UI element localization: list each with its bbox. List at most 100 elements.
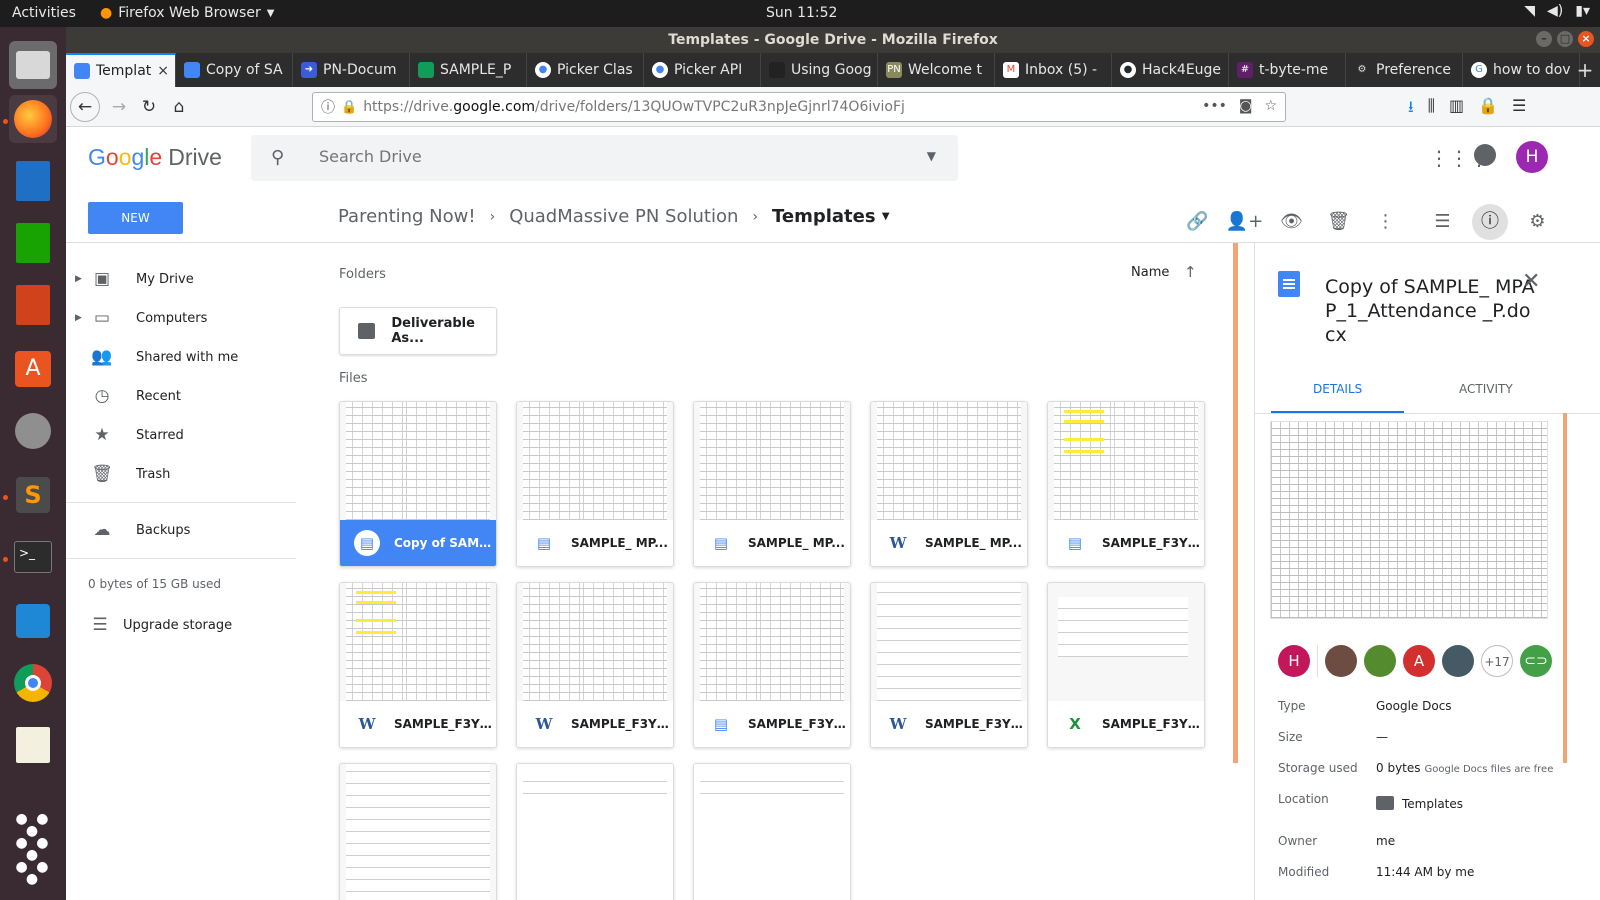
settings-gear-icon[interactable]: ⚙ (1514, 207, 1561, 237)
browser-tab[interactable]: ⚙ Preference (1346, 53, 1463, 87)
sidebar-item-shared[interactable]: 👥 Shared with me (66, 339, 296, 375)
account-avatar[interactable]: H (1516, 141, 1548, 173)
file-card[interactable] (693, 763, 851, 900)
file-card[interactable]: X SAMPLE_F3Y_... (1047, 582, 1205, 748)
terminal-app-icon[interactable]: >_ (9, 533, 57, 581)
browser-tab[interactable]: M Inbox (5) - (995, 53, 1112, 87)
browser-tab[interactable]: ➜ PN-Docum (293, 53, 410, 87)
browser-tab[interactable]: Ghow to dov (1463, 53, 1580, 87)
browser-tab[interactable]: ● Hack4Euge (1112, 53, 1229, 87)
maximize-icon[interactable]: □ (1557, 31, 1573, 47)
home-icon[interactable]: ⌂ (164, 92, 194, 122)
user-avatar[interactable] (1364, 645, 1396, 677)
info-icon[interactable]: ⓘ (321, 97, 335, 117)
url-bar[interactable]: ⓘ 🔒 https://drive.google.com/drive/folde… (312, 92, 1286, 122)
sidebar-toggle-icon[interactable]: ▥ (1449, 96, 1464, 123)
breadcrumb-current[interactable]: Templates ▼ (772, 206, 890, 227)
expand-arrow-icon[interactable]: ▶ (75, 274, 82, 284)
files-app-icon[interactable] (9, 41, 57, 89)
sidebar-item-starred[interactable]: ★ Starred (66, 417, 296, 453)
file-card[interactable]: W SAMPLE_F3Y_... (516, 582, 674, 748)
settings-app-icon[interactable] (9, 407, 57, 455)
bookmark-star-icon[interactable]: ☆ (1264, 98, 1277, 114)
expand-arrow-icon[interactable]: ▶ (75, 313, 82, 323)
info-icon[interactable]: ⓘ (1472, 204, 1508, 240)
page-actions-icon[interactable]: ••• (1202, 98, 1227, 114)
sidebar-item-trash[interactable]: 🗑 Trash (66, 456, 296, 492)
browser-tab[interactable]: ● Picker Clas (527, 53, 644, 87)
folder-item[interactable]: Deliverable As... (339, 307, 497, 355)
software-app-icon[interactable]: A (9, 345, 57, 393)
new-tab-button[interactable]: + (1570, 53, 1600, 87)
more-users-badge[interactable]: +17 (1481, 645, 1513, 677)
file-card[interactable]: W SAMPLE_F3Y_... (870, 582, 1028, 748)
system-tray[interactable]: ◥ ◀) ▮▾ (1524, 3, 1590, 19)
file-card[interactable] (516, 763, 674, 900)
forward-icon[interactable]: → (104, 92, 134, 122)
vscode-app-icon[interactable] (9, 597, 57, 645)
sublime-app-icon[interactable]: S (9, 471, 57, 519)
notifications-icon[interactable] (1474, 144, 1496, 166)
browser-tab[interactable]: ● Picker API (644, 53, 761, 87)
text-editor-app-icon[interactable] (9, 721, 57, 769)
calc-app-icon[interactable] (9, 219, 57, 267)
file-card[interactable]: ▤ SAMPLE_F3Y_... (693, 582, 851, 748)
file-card[interactable]: ▤ SAMPLE_ MP... (693, 401, 851, 567)
close-tab-icon[interactable]: × (157, 63, 169, 79)
breadcrumb-item[interactable]: QuadMassive PN Solution (509, 206, 738, 227)
sort-direction-icon[interactable]: ↑ (1184, 263, 1197, 281)
search-icon[interactable]: ⚲ (271, 147, 284, 168)
more-actions-icon[interactable]: ⋮ (1362, 207, 1409, 237)
tab-activity[interactable]: ACTIVITY (1459, 382, 1513, 396)
upgrade-storage-link[interactable]: ☰ Upgrade storage (66, 607, 296, 643)
trash-icon[interactable]: 🗑 (1315, 207, 1362, 237)
get-link-icon[interactable]: 🔗 (1174, 207, 1221, 237)
preview-icon[interactable]: 👁 (1268, 207, 1315, 237)
sidebar-item-recent[interactable]: ◷ Recent (66, 378, 296, 414)
lock-extension-icon[interactable]: 🔒 (1478, 96, 1498, 123)
file-card[interactable] (339, 763, 497, 900)
clock[interactable]: Sun 11:52 (766, 5, 837, 21)
search-options-icon[interactable]: ▼ (927, 149, 936, 163)
app-menu[interactable]: ● Firefox Web Browser ▼ (100, 5, 274, 21)
browser-tab[interactable]: # t-byte-me (1229, 53, 1346, 87)
pocket-icon[interactable]: ◙ (1239, 98, 1253, 114)
minimize-icon[interactable]: – (1536, 31, 1552, 47)
share-icon[interactable]: 👤+ (1221, 207, 1268, 237)
browser-tab[interactable]: PN Welcome t (878, 53, 995, 87)
writer-app-icon[interactable] (9, 157, 57, 205)
new-button[interactable]: NEW (88, 202, 183, 234)
search-input[interactable] (319, 147, 879, 166)
scrollbar[interactable] (1563, 413, 1567, 763)
google-drive-logo[interactable]: Google Drive (88, 144, 222, 171)
sidebar-item-computers[interactable]: ▶ ▭ Computers (66, 300, 296, 336)
browser-tab[interactable]: Copy of SA (176, 53, 293, 87)
file-preview[interactable] (1270, 421, 1548, 619)
impress-app-icon[interactable] (9, 281, 57, 329)
tab-details[interactable]: DETAILS (1313, 382, 1362, 396)
chrome-app-icon[interactable] (9, 659, 57, 707)
file-card[interactable]: ▤ Copy of SAMP... (339, 401, 497, 567)
browser-tab[interactable]: SAMPLE_P (410, 53, 527, 87)
list-view-icon[interactable]: ☰ (1419, 207, 1466, 237)
sort-by-name[interactable]: Name (1131, 265, 1169, 280)
location-link[interactable]: Templates (1376, 796, 1463, 811)
file-card[interactable]: W SAMPLE_ MP... (870, 401, 1028, 567)
user-avatar[interactable]: A (1403, 645, 1435, 677)
user-avatar[interactable] (1442, 645, 1474, 677)
owner-avatar[interactable]: H (1278, 645, 1310, 677)
scrollbar[interactable] (1233, 243, 1238, 763)
sidebar-item-my-drive[interactable]: ▶ ▣ My Drive (66, 261, 296, 297)
user-avatar[interactable] (1325, 645, 1357, 677)
breadcrumb-item[interactable]: Parenting Now! (338, 206, 476, 227)
library-icon[interactable]: ⫼ (1428, 96, 1435, 123)
downloads-icon[interactable]: ⭳ (1408, 96, 1414, 123)
close-icon[interactable]: ✕ (1522, 269, 1540, 294)
back-icon[interactable]: ← (70, 92, 100, 122)
reload-icon[interactable]: ↻ (134, 92, 164, 122)
sidebar-item-backups[interactable]: ☁ Backups (66, 512, 296, 548)
file-card[interactable]: W SAMPLE_F3Y_... (339, 582, 497, 748)
file-card[interactable]: ▤ SAMPLE_ MP... (516, 401, 674, 567)
close-window-icon[interactable]: × (1578, 31, 1594, 47)
browser-tab[interactable]: Templat × (66, 53, 176, 87)
